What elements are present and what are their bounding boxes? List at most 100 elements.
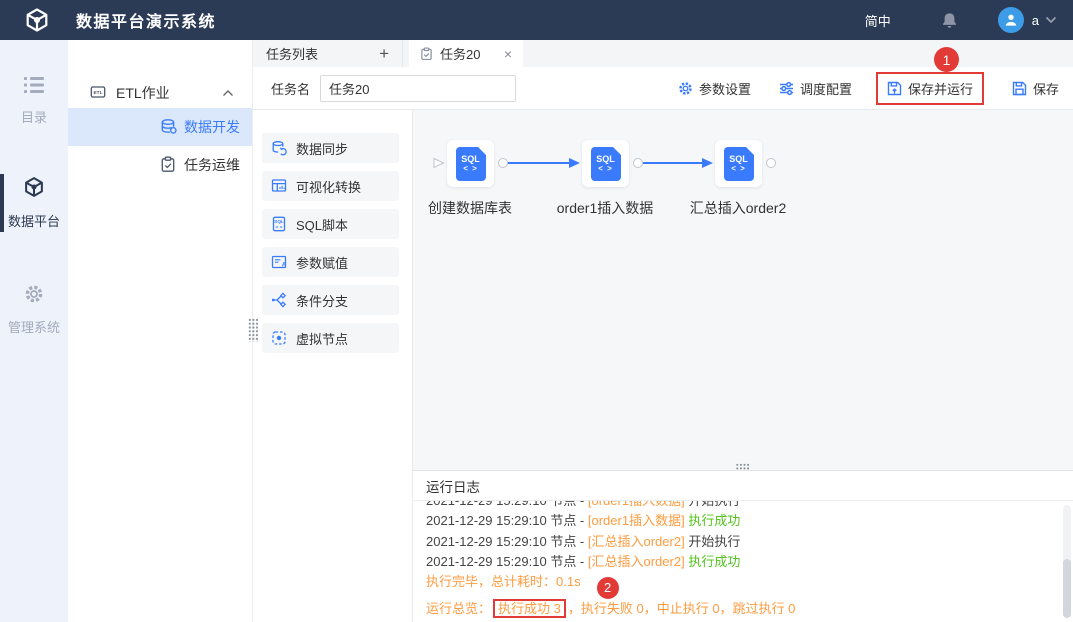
sidebar-item-task-ops[interactable]: 任务运维 — [68, 146, 252, 184]
sliders-icon — [779, 81, 794, 96]
node-summary-insert[interactable]: SQL < > — [715, 140, 762, 187]
schedule-config-button[interactable]: 调度配置 — [779, 79, 852, 98]
sql-node-icon: SQL < > — [455, 146, 486, 181]
clipboard-check-icon — [160, 156, 176, 176]
etl-doc-icon: ETL — [90, 84, 106, 103]
top-bar: 数据平台演示系统 简中 a — [0, 0, 1073, 40]
output-port[interactable] — [633, 158, 643, 168]
tab-label: 任务列表 — [266, 47, 319, 62]
task-name-input[interactable] — [320, 74, 517, 102]
node-label: 创建数据库表 — [428, 200, 512, 216]
close-icon[interactable]: × — [504, 47, 512, 61]
input-port-icon[interactable] — [433, 157, 445, 169]
app-window: 数据平台演示系统 简中 a 目录 数据平台 管理系统 ETL ETL作业 数据开… — [0, 0, 1073, 622]
notification-bell-icon[interactable] — [941, 12, 958, 29]
log-node-name: [order1插入数据] — [587, 513, 685, 529]
log-status: 执行成功 — [684, 513, 741, 529]
palette-item-visual-transform[interactable]: 可视化转换 — [262, 171, 399, 201]
user-avatar[interactable] — [997, 7, 1024, 33]
toolbar-actions: 参数设置 调度配置 保存并运行 保存 — [650, 71, 1059, 105]
log-panel-resize-handle[interactable] — [735, 463, 751, 470]
param-assign-icon: A — [271, 254, 287, 270]
log-scrollbar-track[interactable] — [1063, 505, 1071, 618]
palette-item-virtual-node[interactable]: 虚拟节点 — [262, 323, 399, 353]
dag-canvas[interactable]: SQL < > SQL < > SQL < > 创建数据库表 order1插入数… — [413, 110, 1073, 470]
edge-1 — [508, 162, 570, 164]
log-line: 2021-12-29 15:29:10 节点 - [汇总插入order2] 执行… — [426, 552, 1060, 572]
sql-file-icon: SQL < > — [271, 216, 287, 232]
sql-icon-chevrons: < > — [598, 164, 613, 173]
app-title: 数据平台演示系统 — [76, 14, 217, 31]
rail-item-admin-system[interactable]: 管理系统 — [0, 284, 68, 336]
toolbar: 任务名 参数设置 调度配置 — [253, 67, 1073, 110]
tab-label: 任务20 — [440, 47, 481, 62]
visual-transform-icon — [271, 178, 287, 194]
sidebar-group-etl[interactable]: ETL ETL作业 — [68, 78, 252, 108]
log-line: 2021-12-29 15:29:10 节点 - [汇总插入order2] 开始… — [426, 532, 1060, 552]
sidebar-item-data-dev[interactable]: 数据开发 — [68, 108, 252, 146]
annotation-box-1: 保存并运行 — [875, 71, 984, 105]
save-button[interactable]: 保存 — [1012, 79, 1059, 98]
app-body: 目录 数据平台 管理系统 ETL ETL作业 数据开发 任务运维 1 任务列表 … — [0, 40, 1073, 622]
language-switch[interactable]: 简中 — [865, 11, 891, 30]
left-rail: 目录 数据平台 管理系统 — [0, 40, 68, 622]
logo-icon — [24, 7, 50, 33]
save-icon — [1012, 81, 1027, 96]
database-icon — [160, 118, 177, 138]
edge-arrow-icon — [568, 157, 581, 169]
log-line: 2021-12-29 15:29:10 节点 - [order1插入数据] 执行… — [426, 511, 1060, 531]
sql-icon-text: SQL — [729, 154, 748, 164]
gear-icon — [24, 284, 44, 307]
sidebar: ETL ETL作业 数据开发 任务运维 — [68, 40, 253, 622]
log-overview-prefix: 运行总览： — [426, 601, 492, 617]
rail-item-label: 管理系统 — [7, 320, 60, 335]
palette-item-data-sync[interactable]: 数据同步 — [262, 133, 399, 163]
sql-node-icon: SQL < > — [723, 146, 754, 181]
component-palette: 数据同步 可视化转换 SQL < > SQL脚本 A 参数赋值 条件分支 虚拟节… — [248, 110, 413, 622]
annotation-badge-1: 1 — [934, 47, 959, 72]
palette-item-param-assign[interactable]: A 参数赋值 — [262, 247, 399, 277]
main-area: 1 任务列表 + 任务20 × 任务名 任务20 参数设置 调度配置 保存并运行… — [248, 40, 1073, 622]
sidebar-item-label: 数据开发 — [184, 119, 240, 135]
palette-resize-handle[interactable] — [248, 318, 258, 342]
log-line-overview: 运行总览： 执行成功 3 ，执行失败 0，中止执行 0，跳过执行 0 — [426, 599, 1060, 619]
edge-2 — [643, 162, 703, 164]
button-label: 保存并运行 — [907, 81, 973, 97]
log-status: 开始执行 — [684, 533, 741, 549]
log-line: 2021-12-29 15:29:10 节点 - [order1插入数据] 开始… — [426, 501, 1060, 511]
log-body: 2021-12-29 15:29:10 节点 - [order1插入数据] 开始… — [413, 501, 1073, 622]
palette-item-condition-branch[interactable]: 条件分支 — [262, 285, 399, 315]
top-bar-right: 简中 a — [865, 7, 1073, 33]
log-node-name: [汇总插入order2] — [587, 553, 685, 569]
palette-item-label: 条件分支 — [296, 293, 349, 309]
gear-icon — [678, 81, 693, 96]
rail-item-data-platform[interactable]: 数据平台 — [0, 174, 68, 232]
palette-item-label: 数据同步 — [296, 141, 349, 157]
rail-item-label: 数据平台 — [7, 214, 60, 229]
tab-task20[interactable]: 任务20 × — [409, 40, 523, 67]
svg-text:SQL: SQL — [274, 219, 284, 224]
add-tab-icon[interactable]: + — [379, 45, 389, 62]
username-label: a — [1031, 12, 1039, 28]
output-port[interactable] — [498, 158, 508, 168]
canvas-column: SQL < > SQL < > SQL < > 创建数据库表 order1插入数… — [413, 110, 1073, 622]
param-settings-button[interactable]: 参数设置 — [678, 79, 751, 98]
node-order1-insert[interactable]: SQL < > — [582, 140, 629, 187]
output-port[interactable] — [766, 158, 776, 168]
chevron-down-icon[interactable] — [1045, 16, 1057, 24]
rail-item-catalog[interactable]: 目录 — [0, 76, 68, 126]
task-name-label: 任务名 — [271, 81, 311, 97]
sidebar-group-label: ETL作业 — [116, 85, 170, 101]
content-row: 数据同步 可视化转换 SQL < > SQL脚本 A 参数赋值 条件分支 虚拟节… — [248, 110, 1073, 622]
node-create-table[interactable]: SQL < > — [447, 140, 494, 187]
run-log-panel: 运行日志 2021-12-29 15:29:10 节点 - [order1插入数… — [413, 463, 1073, 622]
log-scrollbar-thumb[interactable] — [1063, 559, 1071, 618]
save-run-button[interactable]: 保存并运行 — [887, 79, 973, 98]
list-icon — [23, 76, 45, 97]
palette-item-label: 虚拟节点 — [296, 331, 349, 347]
sql-icon-text: SQL — [596, 154, 615, 164]
rail-item-label: 目录 — [20, 110, 47, 125]
chevron-up-icon[interactable] — [222, 89, 234, 97]
tab-task-list[interactable]: 任务列表 + — [253, 40, 403, 67]
palette-item-sql-script[interactable]: SQL < > SQL脚本 — [262, 209, 399, 239]
